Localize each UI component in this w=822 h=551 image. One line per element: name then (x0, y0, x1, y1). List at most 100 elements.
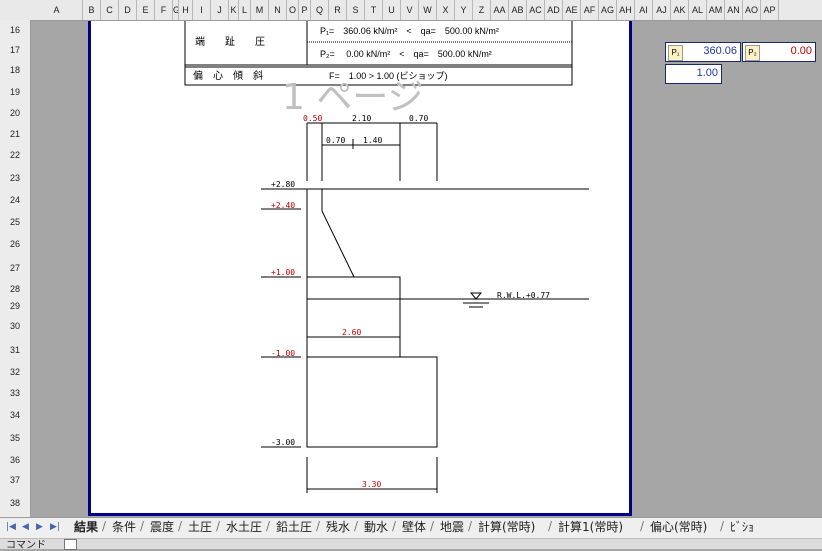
macro-record-icon[interactable] (64, 539, 77, 550)
row-header[interactable]: 22 (0, 150, 30, 160)
column-header[interactable]: V (401, 0, 419, 20)
column-header[interactable]: AH (617, 0, 635, 20)
level-5: -3.00 (271, 438, 295, 447)
row-header[interactable]: 23 (0, 173, 30, 183)
sheet-tab[interactable]: 条件 (112, 519, 136, 536)
sheet-tab[interactable]: 土圧 (188, 519, 212, 536)
row-header[interactable]: 35 (0, 433, 30, 443)
column-header[interactable]: AF (581, 0, 599, 20)
row-header[interactable]: 21 (0, 129, 30, 139)
row-header[interactable]: 19 (0, 87, 30, 97)
sheet-tab[interactable]: 鉛土圧 (276, 519, 312, 536)
p1-result-box[interactable]: P₁ 360.06 (665, 42, 741, 62)
column-header[interactable]: AM (707, 0, 725, 20)
column-header[interactable]: W (419, 0, 437, 20)
column-header[interactable]: AN (725, 0, 743, 20)
p2-result-box[interactable]: P₂ 0.00 (742, 42, 816, 62)
column-header[interactable]: AA (491, 0, 509, 20)
table-p2-line: P₂= 0.00 kN/m² < qa= 500.00 kN/m² (320, 49, 492, 59)
row-header[interactable]: 30 (0, 321, 30, 331)
row-header[interactable]: 25 (0, 217, 30, 227)
column-header[interactable]: J (211, 0, 229, 20)
table-p1-line: P₁= 360.06 kN/m² < qa= 500.00 kN/m² (320, 26, 499, 36)
column-header[interactable]: AP (761, 0, 779, 20)
column-header[interactable]: T (365, 0, 383, 20)
column-header[interactable]: Z (473, 0, 491, 20)
column-header[interactable]: AK (671, 0, 689, 20)
last-sheet-icon[interactable]: ▶| (50, 522, 60, 532)
row-header[interactable]: 26 (0, 239, 30, 249)
row-header[interactable]: 38 (0, 498, 30, 508)
column-header[interactable]: AG (599, 0, 617, 20)
column-header[interactable]: AC (527, 0, 545, 20)
level-3: +1.00 (271, 268, 295, 277)
column-header[interactable]: K (229, 0, 239, 20)
tab-separator: / (354, 519, 359, 533)
sheet-tab[interactable]: 計算1(常時) (558, 519, 623, 536)
column-header[interactable]: O (287, 0, 299, 20)
width-base: 3.30 (362, 480, 381, 489)
row-header[interactable]: 16 (0, 25, 30, 35)
width-upper: 2.60 (342, 328, 361, 337)
column-header[interactable]: X (437, 0, 455, 20)
row-header[interactable]: 29 (0, 301, 30, 311)
column-header[interactable]: R (329, 0, 347, 20)
column-header[interactable]: N (269, 0, 287, 20)
row-header[interactable]: 37 (0, 475, 30, 485)
next-sheet-icon[interactable]: ▶ (36, 522, 43, 532)
sheet-tab[interactable]: 結果 (74, 519, 98, 536)
sheet-tab[interactable]: 偏心(常時) (650, 519, 707, 536)
prev-sheet-icon[interactable]: ◀ (22, 522, 29, 532)
row-header[interactable]: 32 (0, 367, 30, 377)
sheet-tab[interactable]: ﾋﾞｼｮ (730, 519, 754, 536)
row-header[interactable]: 17 (0, 45, 30, 55)
column-header[interactable]: AL (689, 0, 707, 20)
row-header[interactable]: 33 (0, 388, 30, 398)
row-header[interactable]: 20 (0, 108, 30, 118)
column-header[interactable]: B (83, 0, 101, 20)
column-header[interactable]: AE (563, 0, 581, 20)
column-header[interactable]: AB (509, 0, 527, 20)
sheet-tab[interactable]: 壁体 (402, 519, 426, 536)
column-header[interactable]: D (119, 0, 137, 20)
column-header[interactable]: C (101, 0, 119, 20)
row-header[interactable]: 18 (0, 65, 30, 75)
row-header[interactable]: 31 (0, 345, 30, 355)
row-header[interactable]: 34 (0, 410, 30, 420)
water-level-label: R.W.L.+0.77 (497, 291, 550, 300)
column-header[interactable]: P (299, 0, 311, 20)
column-header[interactable]: Y (455, 0, 473, 20)
f-result-box[interactable]: 1.00 (665, 64, 722, 84)
tab-separator: / (316, 519, 321, 533)
sheet-tab[interactable]: 地震 (440, 519, 464, 536)
column-header[interactable]: L (239, 0, 251, 20)
column-header[interactable]: Q (311, 0, 329, 20)
column-header[interactable]: I (193, 0, 211, 20)
column-header[interactable]: AD (545, 0, 563, 20)
sheet-tab[interactable]: 震度 (150, 519, 174, 536)
row-header[interactable]: 28 (0, 284, 30, 294)
column-header[interactable]: U (383, 0, 401, 20)
dim-top-1: 0.50 (303, 114, 322, 123)
f-value: 1.00 (696, 67, 718, 79)
row-header[interactable]: 27 (0, 263, 30, 273)
column-header[interactable]: F (155, 0, 173, 20)
column-header[interactable]: S (347, 0, 365, 20)
sheet-tab[interactable]: 水土圧 (226, 519, 262, 536)
column-header[interactable]: H (179, 0, 193, 20)
row-header[interactable]: 36 (0, 455, 30, 465)
first-sheet-icon[interactable]: |◀ (6, 522, 16, 532)
column-header[interactable]: E (137, 0, 155, 20)
sheet-tab[interactable]: 計算(常時) (478, 519, 535, 536)
column-header[interactable]: AO (743, 0, 761, 20)
dim-mid-2: 1.40 (363, 136, 382, 145)
column-header[interactable]: A (31, 0, 83, 20)
column-header[interactable]: AJ (653, 0, 671, 20)
dim-top-2: 2.10 (352, 114, 371, 123)
column-header[interactable]: M (251, 0, 269, 20)
sheet-tab[interactable]: 残水 (326, 519, 350, 536)
p2-label: P₂ (745, 45, 760, 61)
column-header[interactable]: AI (635, 0, 653, 20)
row-header[interactable]: 24 (0, 195, 30, 205)
sheet-tab[interactable]: 動水 (364, 519, 388, 536)
